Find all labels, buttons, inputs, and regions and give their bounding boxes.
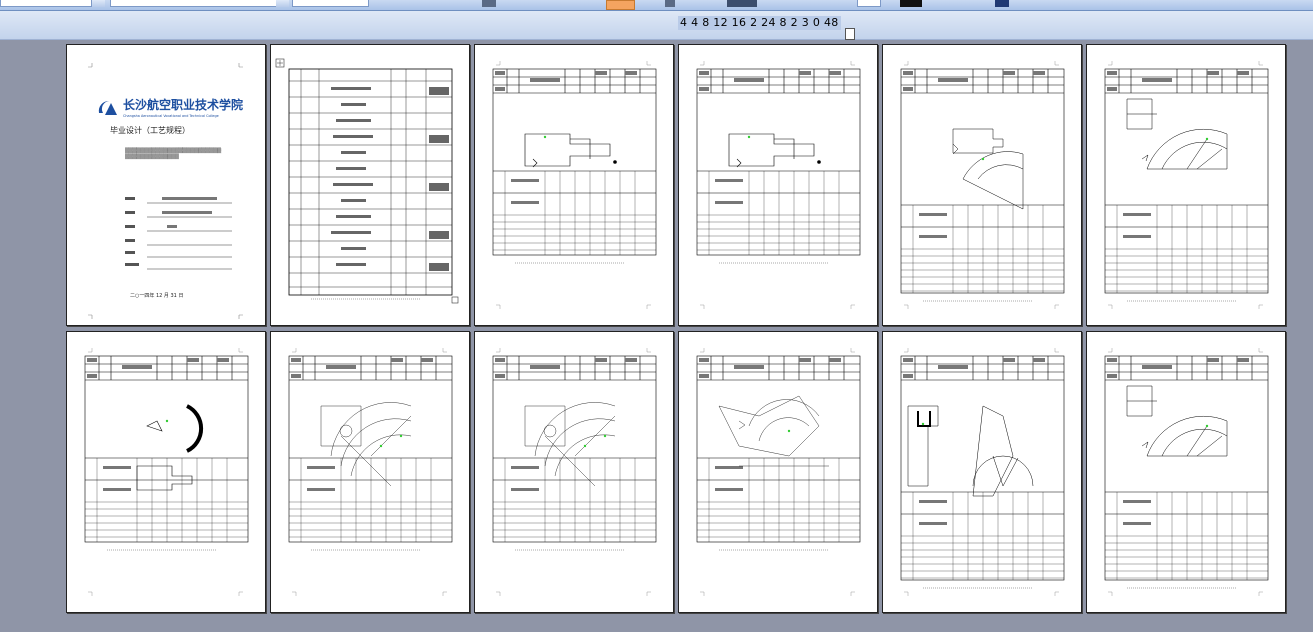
process-card-drawing (288, 348, 453, 596)
page-thumbnail-8[interactable] (270, 331, 470, 613)
indent-marker[interactable] (845, 28, 855, 40)
horizontal-ruler[interactable]: 4 4 8 12 16 2 24 8 2 3 0 48 (0, 11, 1313, 40)
font-size-dropdown[interactable] (292, 0, 369, 7)
process-card-drawing (492, 348, 657, 596)
page-thumbnail-6[interactable] (1086, 44, 1286, 326)
page-thumbnail-9[interactable] (474, 331, 674, 613)
process-card-drawing (492, 61, 657, 309)
font-color-button[interactable] (900, 0, 922, 7)
toolbar-options-icon[interactable] (995, 0, 1009, 7)
ruler-scale: 4 4 8 12 16 2 24 8 2 3 0 48 (678, 16, 841, 30)
page-thumbnail-5[interactable] (882, 44, 1082, 326)
process-card-drawing (900, 61, 1065, 309)
font-name-dropdown[interactable] (110, 0, 277, 7)
page-thumbnail-3[interactable] (474, 44, 674, 326)
highlight-button[interactable] (606, 0, 635, 10)
page-thumbnail-12[interactable] (1086, 331, 1286, 613)
toolbar-button-2[interactable] (665, 0, 675, 7)
toolbar-button-3[interactable] (727, 0, 757, 7)
process-card-drawing (1104, 348, 1269, 596)
process-card-drawing (900, 348, 1065, 596)
page-thumbnail-7[interactable] (66, 331, 266, 613)
process-card-drawing (84, 348, 249, 596)
process-card-drawing (696, 348, 861, 596)
page-thumbnail-2[interactable] (270, 44, 470, 326)
style-dropdown-arrow[interactable] (92, 0, 105, 7)
toolbar-button-1[interactable] (482, 0, 496, 7)
page-thumbnail-1[interactable]: 长沙航空职业技术学院 Changsha Aeronautical Vocatio… (66, 44, 266, 326)
cover-date: 二○一四年 12 月 31 日 (130, 293, 184, 299)
page-thumbnail-10[interactable] (678, 331, 878, 613)
page-thumbnail-4[interactable] (678, 44, 878, 326)
process-card-drawing (1104, 61, 1269, 309)
page-thumbnail-11[interactable] (882, 331, 1082, 613)
formatting-toolbar (0, 0, 1313, 11)
process-table (275, 58, 459, 304)
zoom-field[interactable] (857, 0, 881, 7)
style-dropdown[interactable] (0, 0, 92, 7)
font-name-dropdown-arrow[interactable] (276, 0, 289, 7)
cover-form-lines (88, 197, 243, 319)
process-card-drawing (696, 61, 861, 309)
